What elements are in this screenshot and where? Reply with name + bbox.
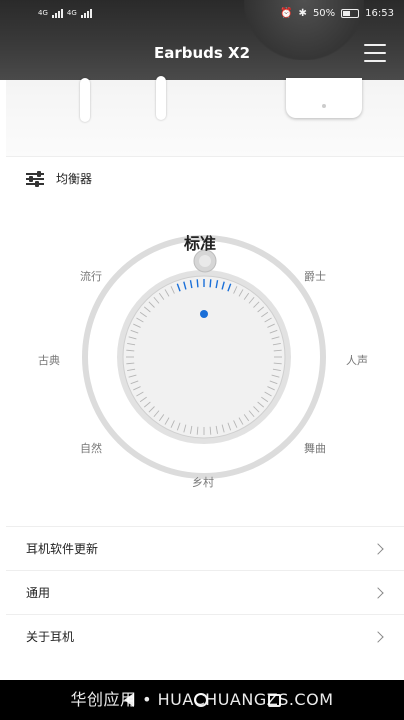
home-icon[interactable] xyxy=(193,693,208,707)
alarm-icon: ⏰ xyxy=(280,7,293,19)
preset-classical[interactable]: 古典 xyxy=(38,352,60,368)
list-item-label: 通用 xyxy=(26,586,51,600)
settings-list: 耳机软件更新 通用 关于耳机 xyxy=(6,526,404,658)
case-led xyxy=(322,104,326,108)
list-item-about[interactable]: 关于耳机 xyxy=(6,614,404,658)
equalizer-panel: 标准 流行 爵士 古典 人声 自然 舞曲 乡村 xyxy=(6,200,404,520)
battery-percent: 50% xyxy=(312,7,336,19)
list-item-label: 耳机软件更新 xyxy=(26,542,99,556)
list-item-label: 关于耳机 xyxy=(26,630,75,644)
list-item-general[interactable]: 通用 xyxy=(6,570,404,614)
dial-indicator-dot xyxy=(200,310,208,318)
signal-icon-2 xyxy=(80,8,92,18)
back-icon[interactable] xyxy=(123,693,134,707)
earbud-right-image xyxy=(156,76,166,120)
product-image-area xyxy=(6,76,404,156)
preset-standard[interactable]: 标准 xyxy=(184,230,216,254)
bluetooth-icon: ✱ xyxy=(298,7,307,19)
chevron-right-icon xyxy=(372,542,384,555)
title-bar: Earbuds X2 xyxy=(0,26,404,80)
signal-icon xyxy=(51,8,63,18)
page-title: Earbuds X2 xyxy=(153,44,251,62)
equalizer-icon xyxy=(26,170,44,187)
dial-tick xyxy=(209,279,212,288)
preset-dance[interactable]: 舞曲 xyxy=(304,440,326,456)
battery-icon xyxy=(341,8,360,18)
preset-pop[interactable]: 流行 xyxy=(80,268,102,284)
preset-country[interactable]: 乡村 xyxy=(192,474,214,490)
earbud-left-image xyxy=(80,78,90,122)
menu-button[interactable] xyxy=(364,44,386,62)
network-label-1: 4G xyxy=(38,9,48,17)
list-item-firmware-update[interactable]: 耳机软件更新 xyxy=(6,526,404,570)
chevron-right-icon xyxy=(372,586,384,599)
recent-apps-icon[interactable] xyxy=(267,693,281,707)
equalizer-header: 均衡器 xyxy=(6,156,404,200)
menu-icon xyxy=(364,44,386,46)
status-bar: 4G 4G ⏰ ✱ 50% 16:53 xyxy=(0,0,404,26)
equalizer-label: 均衡器 xyxy=(56,172,93,186)
preset-jazz[interactable]: 爵士 xyxy=(304,268,326,284)
chevron-right-icon xyxy=(372,630,384,643)
system-nav-bar xyxy=(0,680,404,720)
clock: 16:53 xyxy=(365,7,394,19)
charging-case-image xyxy=(286,78,362,118)
inner-dial xyxy=(122,275,286,439)
preset-vocal[interactable]: 人声 xyxy=(346,352,368,368)
network-label-2: 4G xyxy=(66,9,77,17)
preset-natural[interactable]: 自然 xyxy=(80,440,102,456)
dial-tick xyxy=(196,279,199,288)
